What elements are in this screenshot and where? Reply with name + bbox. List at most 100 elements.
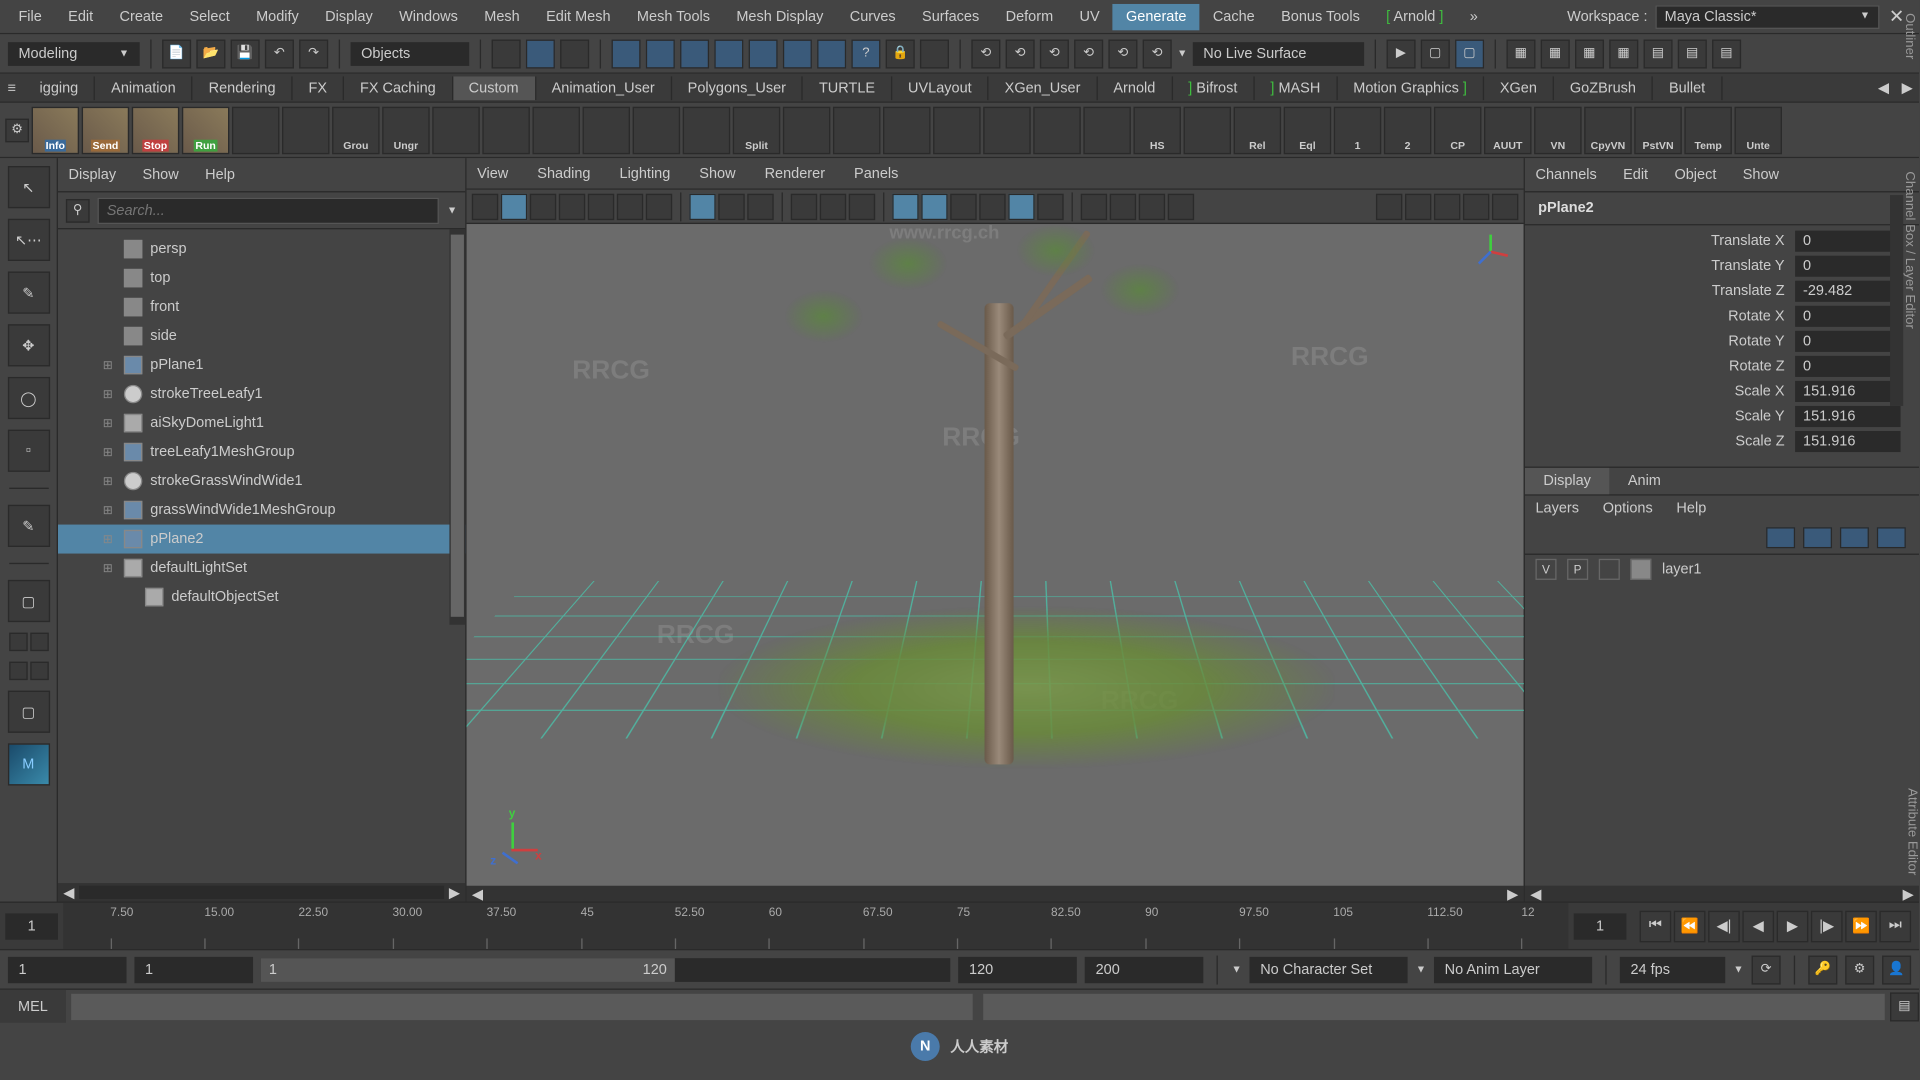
layout-three[interactable] bbox=[9, 662, 27, 680]
goto-end-button[interactable]: ⏭ bbox=[1879, 910, 1911, 942]
outliner-scrollbar[interactable] bbox=[449, 229, 465, 624]
menu-meshtools[interactable]: Mesh Tools bbox=[624, 3, 723, 29]
shelf-button-14[interactable]: Split bbox=[733, 106, 780, 153]
move-tool[interactable]: ✥ bbox=[7, 324, 49, 366]
sym-none-icon[interactable]: ⟲ bbox=[971, 39, 1000, 68]
range-start-input[interactable]: 1 bbox=[134, 956, 253, 982]
menu-cache[interactable]: Cache bbox=[1200, 3, 1268, 29]
flag-icon[interactable] bbox=[920, 39, 949, 68]
shelf-button-7[interactable]: Ungr bbox=[382, 106, 429, 153]
menu-surfaces[interactable]: Surfaces bbox=[909, 3, 993, 29]
menu-display[interactable]: Display bbox=[312, 3, 386, 29]
range-slider-track[interactable]: 1120 bbox=[261, 958, 951, 982]
menu-curves[interactable]: Curves bbox=[837, 3, 909, 29]
shelf-button-11[interactable] bbox=[583, 106, 630, 153]
expand-icon[interactable]: ⊞ bbox=[103, 474, 116, 488]
vp-menu-view[interactable]: View bbox=[477, 165, 508, 181]
layer-name[interactable]: layer1 bbox=[1662, 561, 1701, 577]
ipr-icon[interactable]: ▢ bbox=[1455, 39, 1484, 68]
paint-select-tool[interactable]: ✎ bbox=[7, 272, 49, 314]
shelf-button-1[interactable]: Send bbox=[82, 106, 129, 153]
vp-menu-panels[interactable]: Panels bbox=[854, 165, 898, 181]
menu-deform[interactable]: Deform bbox=[992, 3, 1066, 29]
vp-res-gate-icon[interactable] bbox=[617, 193, 643, 219]
character-set-select[interactable]: No Character Set bbox=[1250, 956, 1408, 982]
select-tool[interactable]: ↖ bbox=[7, 166, 49, 208]
script-editor-icon[interactable]: ▤ bbox=[1890, 992, 1919, 1021]
layer-color-swatch[interactable] bbox=[1630, 558, 1651, 579]
shelf-button-30[interactable]: VN bbox=[1534, 106, 1581, 153]
construction-history-icon[interactable]: ▶ bbox=[1386, 39, 1415, 68]
menu-select[interactable]: Select bbox=[176, 3, 243, 29]
play-forward-button[interactable]: ▶ bbox=[1777, 910, 1809, 942]
outliner-item-treeLeafy1MeshGroup[interactable]: ⊞treeLeafy1MeshGroup bbox=[58, 438, 465, 467]
character-icon[interactable]: 👤 bbox=[1882, 955, 1911, 984]
shelf-button-10[interactable] bbox=[532, 106, 579, 153]
menu-file[interactable]: File bbox=[5, 3, 55, 29]
shelf-tab-mash[interactable]: ] MASH bbox=[1255, 76, 1338, 100]
attr-value-input[interactable]: 0 bbox=[1795, 255, 1900, 276]
vp-xray-icon[interactable] bbox=[921, 193, 947, 219]
shelf-button-4[interactable] bbox=[232, 106, 279, 153]
outliner-item-pPlane2[interactable]: ⊞pPlane2 bbox=[58, 525, 465, 554]
play-back-button[interactable]: ◀ bbox=[1742, 910, 1774, 942]
shelf-button-12[interactable] bbox=[633, 106, 680, 153]
shelf-button-22[interactable]: HS bbox=[1133, 106, 1180, 153]
layer-row[interactable]: V P layer1 bbox=[1525, 554, 1919, 583]
snap-grid-icon[interactable] bbox=[612, 39, 641, 68]
viewport-3d[interactable]: www.rrcg.ch RRCG RRCG RRCG RRCG RRCG y bbox=[467, 224, 1524, 886]
shelf-button-31[interactable]: CpyVN bbox=[1584, 106, 1631, 153]
select-by-component-icon[interactable] bbox=[560, 39, 589, 68]
shelf-left-arrow-icon[interactable]: ◀ bbox=[1872, 79, 1896, 96]
fps-select[interactable]: 24 fps bbox=[1620, 956, 1725, 982]
step-back-button[interactable]: ◀| bbox=[1708, 910, 1740, 942]
chevron-down-icon[interactable]: ▼ bbox=[447, 204, 457, 216]
cb-menu-object[interactable]: Object bbox=[1674, 167, 1716, 183]
time-slider[interactable]: 1 7.5015.0022.5030.0037.504552.506067.50… bbox=[0, 902, 1919, 949]
shelf-tab-rigging[interactable]: igging bbox=[24, 76, 96, 100]
save-scene-icon[interactable]: 💾 bbox=[231, 39, 260, 68]
vp-menu-show[interactable]: Show bbox=[699, 165, 735, 181]
shelf-button-5[interactable] bbox=[282, 106, 329, 153]
selection-mode[interactable]: Objects bbox=[351, 42, 470, 66]
vp-bookmark-icon[interactable] bbox=[501, 193, 527, 219]
chevron-down-icon[interactable]: ▼ bbox=[1177, 47, 1187, 59]
menu-bonustools[interactable]: Bonus Tools bbox=[1268, 3, 1373, 29]
lasso-tool[interactable]: ↖⋯ bbox=[7, 219, 49, 261]
menu-windows[interactable]: Windows bbox=[386, 3, 471, 29]
snap-live-icon[interactable] bbox=[749, 39, 778, 68]
menu-arnold[interactable]: [ Arnold ] bbox=[1373, 3, 1457, 29]
workspace-select[interactable]: Maya Classic*▼ bbox=[1655, 5, 1879, 29]
expand-icon[interactable]: ⊞ bbox=[103, 561, 116, 575]
outliner-filter-icon[interactable]: ⚲ bbox=[66, 198, 90, 222]
vp-film-gate-icon[interactable] bbox=[588, 193, 614, 219]
vp-light3-icon[interactable] bbox=[1139, 193, 1165, 219]
layer-display-type[interactable] bbox=[1599, 558, 1620, 579]
rotate-tool[interactable]: ◯ bbox=[7, 377, 49, 419]
shelf-right-arrow-icon[interactable]: ▶ bbox=[1895, 79, 1919, 96]
menu-mesh[interactable]: Mesh bbox=[471, 3, 533, 29]
current-frame-start[interactable]: 1 bbox=[5, 913, 58, 939]
menu-modify[interactable]: Modify bbox=[243, 3, 312, 29]
shelf-button-28[interactable]: CP bbox=[1434, 106, 1481, 153]
outliner-menu-show[interactable]: Show bbox=[142, 167, 178, 183]
shelf-button-32[interactable]: PstVN bbox=[1634, 106, 1681, 153]
undo-icon[interactable]: ↶ bbox=[265, 39, 294, 68]
outliner-item-top[interactable]: top bbox=[58, 264, 465, 293]
loop-icon[interactable]: ⟳ bbox=[1752, 955, 1781, 984]
vp-settings-icon[interactable] bbox=[1492, 193, 1518, 219]
script-language-toggle[interactable]: MEL bbox=[0, 990, 66, 1023]
select-by-object-icon[interactable] bbox=[526, 39, 555, 68]
vp-light1-icon[interactable] bbox=[1081, 193, 1107, 219]
layer-tab-anim[interactable]: Anim bbox=[1609, 468, 1679, 494]
shelf-tab-custom[interactable]: Custom bbox=[453, 76, 536, 100]
attr-value-input[interactable]: 151.916 bbox=[1795, 405, 1900, 426]
shelf-tab-turtle[interactable]: TURTLE bbox=[803, 76, 892, 100]
toggle-attreditor-icon[interactable]: ▤ bbox=[1712, 39, 1741, 68]
attr-value-input[interactable]: 0 bbox=[1795, 230, 1900, 251]
shelf-tab-bullet[interactable]: Bullet bbox=[1653, 76, 1722, 100]
outliner-item-side[interactable]: side bbox=[58, 322, 465, 351]
shelf-tab-arnold[interactable]: Arnold bbox=[1098, 76, 1173, 100]
panel-layout-1-icon[interactable]: ▦ bbox=[1506, 39, 1535, 68]
vp-gamma-icon[interactable] bbox=[1434, 193, 1460, 219]
